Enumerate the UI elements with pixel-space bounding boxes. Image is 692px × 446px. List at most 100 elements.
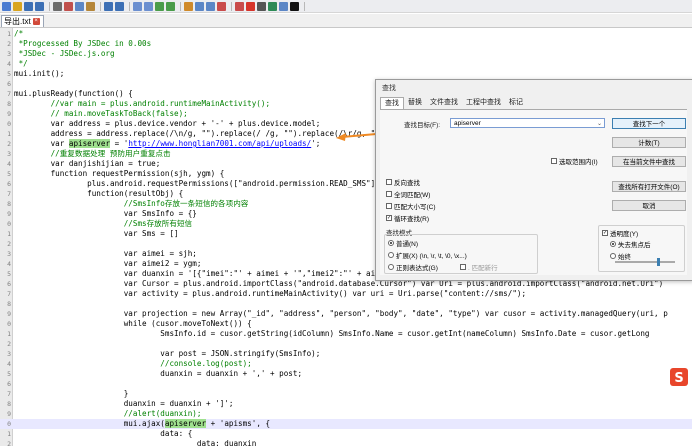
checkbox-box xyxy=(386,179,392,185)
code-line[interactable]: 4 //console.log(post); xyxy=(0,359,692,369)
line-code: /* xyxy=(14,29,24,38)
undo-icon[interactable] xyxy=(104,1,113,11)
code-line[interactable]: 0 while (cusor.moveToNext()) { xyxy=(0,319,692,329)
wrap-icon[interactable] xyxy=(195,1,204,11)
backward-checkbox[interactable]: 反向查找 xyxy=(386,177,420,187)
line-code: SmsInfo.id = cusor.getString(idColumn) S… xyxy=(14,329,650,338)
code-line[interactable]: 2 *Progcessed By JSDec in 0.00s xyxy=(0,39,692,49)
cut-icon[interactable] xyxy=(64,1,73,11)
tab-find-in-project[interactable]: 工程中查找 xyxy=(462,97,505,108)
line-code: function requestPermission(sjh, ygm) { xyxy=(14,169,225,178)
url-text[interactable]: http://www.honglian7001.com/api/uploads/ xyxy=(128,139,311,148)
code-line[interactable]: 3 *JSDec - JSDec.js.org xyxy=(0,49,692,59)
code-line[interactable]: 5 mui.init(); xyxy=(0,69,692,79)
code-line[interactable]: 8 xyxy=(0,299,692,309)
save-icon[interactable] xyxy=(24,1,33,11)
paste-icon[interactable] xyxy=(86,1,95,11)
sogou-logo-icon: S xyxy=(670,368,688,386)
slider-thumb[interactable] xyxy=(657,258,660,266)
line-code: *JSDec - JSDec.js.org xyxy=(14,49,115,58)
line-code: //var main = plus.android.runtimeMainAct… xyxy=(14,99,271,108)
line-number: 7 xyxy=(7,290,11,298)
dialog-body: 查找目标(F): apiserver ⌄ 查找下一个 计数(T) 在当前文件中查… xyxy=(380,109,687,275)
stop-icon[interactable] xyxy=(257,1,266,11)
replace-icon[interactable] xyxy=(144,1,153,11)
line-number: 8 xyxy=(7,400,11,408)
find-next-button[interactable]: 查找下一个 xyxy=(612,118,686,129)
line-number: 0 xyxy=(7,420,11,428)
line-code: duanxin = duanxin + ',' + post; xyxy=(14,369,303,378)
whole-word-label: 全词匹配(W) xyxy=(394,192,431,199)
search-mode-regex-radio[interactable]: 正则表达式(G) xyxy=(388,262,438,272)
save-all-icon[interactable] xyxy=(35,1,44,11)
sync-icon[interactable] xyxy=(184,1,193,11)
transparency-slider[interactable] xyxy=(615,258,675,266)
dot-matches-newline-checkbox[interactable]: . 匹配新行 xyxy=(460,262,498,272)
tab-find-in-files[interactable]: 文件查找 xyxy=(426,97,462,108)
always-radio[interactable]: 始终 xyxy=(610,251,631,261)
search-mode-normal-radio[interactable]: 普通(N) xyxy=(388,238,418,248)
zoom-out-icon[interactable] xyxy=(166,1,175,11)
tab-find[interactable]: 查找 xyxy=(380,97,404,109)
terminal-icon[interactable] xyxy=(290,1,299,11)
tab-export-txt[interactable]: 导出.txt × xyxy=(1,15,44,27)
code-line[interactable]: 0 mui.ajax(apiserver + 'apisms', { xyxy=(0,419,692,429)
open-file-icon[interactable] xyxy=(13,1,22,11)
indent-icon[interactable] xyxy=(206,1,215,11)
code-line[interactable]: 3 var post = JSON.stringify(SmsInfo); xyxy=(0,349,692,359)
code-line[interactable]: 6 xyxy=(0,379,692,389)
code-line[interactable]: 4 */ xyxy=(0,59,692,69)
on-lose-focus-radio[interactable]: 失去焦点后 xyxy=(610,239,651,249)
code-line[interactable]: 1 SmsInfo.id = cusor.getString(idColumn)… xyxy=(0,329,692,339)
code-line[interactable]: 9 //alert(duanxin); xyxy=(0,409,692,419)
wrap-around-checkbox[interactable]: ✓ 循环查找(R) xyxy=(386,213,429,223)
transparency-checkbox[interactable]: ✓ 透明度(Y) xyxy=(602,228,638,238)
cancel-button[interactable]: 取消 xyxy=(612,200,686,211)
code-line[interactable]: 7 } xyxy=(0,389,692,399)
run-icon[interactable] xyxy=(235,1,244,11)
code-line[interactable]: 9 var projection = new Array("_id", "add… xyxy=(0,309,692,319)
macro-icon[interactable] xyxy=(217,1,226,11)
close-tab-icon[interactable]: × xyxy=(32,18,40,25)
line-code: //重复数据处理 预防用户重复点击 xyxy=(14,149,171,158)
toolbar-separator xyxy=(49,1,50,11)
code-line[interactable]: 7 var activity = plus.android.runtimeMai… xyxy=(0,289,692,299)
code-line[interactable]: 5 duanxin = duanxin + ',' + post; xyxy=(0,369,692,379)
line-number: 2 xyxy=(7,240,11,248)
find-in-all-open-files-button[interactable]: 查找所有打开文件(O) xyxy=(612,181,686,192)
line-code: var aimei = sjh; xyxy=(14,249,197,258)
checkbox-box xyxy=(386,203,392,209)
new-file-icon[interactable] xyxy=(2,1,11,11)
save-macro-icon[interactable] xyxy=(279,1,288,11)
line-number: 0 xyxy=(7,220,11,228)
print-icon[interactable] xyxy=(53,1,62,11)
zoom-in-icon[interactable] xyxy=(155,1,164,11)
find-in-current-file-button[interactable]: 在当前文件中查找 xyxy=(612,156,686,167)
find-dialog: 查找 查找 替换 文件查找 工程中查找 标记 查找目标(F): apiserve… xyxy=(375,79,692,281)
line-code: *Progcessed By JSDec in 0.00s xyxy=(14,39,152,48)
in-selection-label: 选取范围内(I) xyxy=(559,159,598,166)
in-selection-checkbox[interactable]: 选取范围内(I) xyxy=(551,156,598,166)
whole-word-checkbox[interactable]: 全词匹配(W) xyxy=(386,189,430,199)
chevron-down-icon[interactable]: ⌄ xyxy=(597,119,602,129)
line-number: 6 xyxy=(7,180,11,188)
code-line[interactable]: 2 data: duanxin xyxy=(0,439,692,446)
normal-label: 普通(N) xyxy=(396,241,419,248)
copy-icon[interactable] xyxy=(75,1,84,11)
code-line[interactable]: 1 data: { xyxy=(0,429,692,439)
find-icon[interactable] xyxy=(133,1,142,11)
code-line[interactable]: 2 xyxy=(0,339,692,349)
radio-dot xyxy=(388,264,394,270)
code-line[interactable]: 1/* xyxy=(0,29,692,39)
tab-mark[interactable]: 标记 xyxy=(505,97,527,108)
search-mode-extended-radio[interactable]: 扩展(X) (\n, \r, \t, \0, \x...) xyxy=(388,250,467,260)
record-icon[interactable] xyxy=(246,1,255,11)
code-line[interactable]: 8 duanxin = duanxin + ']'; xyxy=(0,399,692,409)
play-icon[interactable] xyxy=(268,1,277,11)
tab-replace[interactable]: 替换 xyxy=(404,97,426,108)
match-case-checkbox[interactable]: 匹配大小写(C) xyxy=(386,201,436,211)
find-target-input[interactable]: apiserver ⌄ xyxy=(450,118,605,128)
line-number: 1 xyxy=(7,130,11,138)
count-button[interactable]: 计数(T) xyxy=(612,137,686,148)
redo-icon[interactable] xyxy=(115,1,124,11)
